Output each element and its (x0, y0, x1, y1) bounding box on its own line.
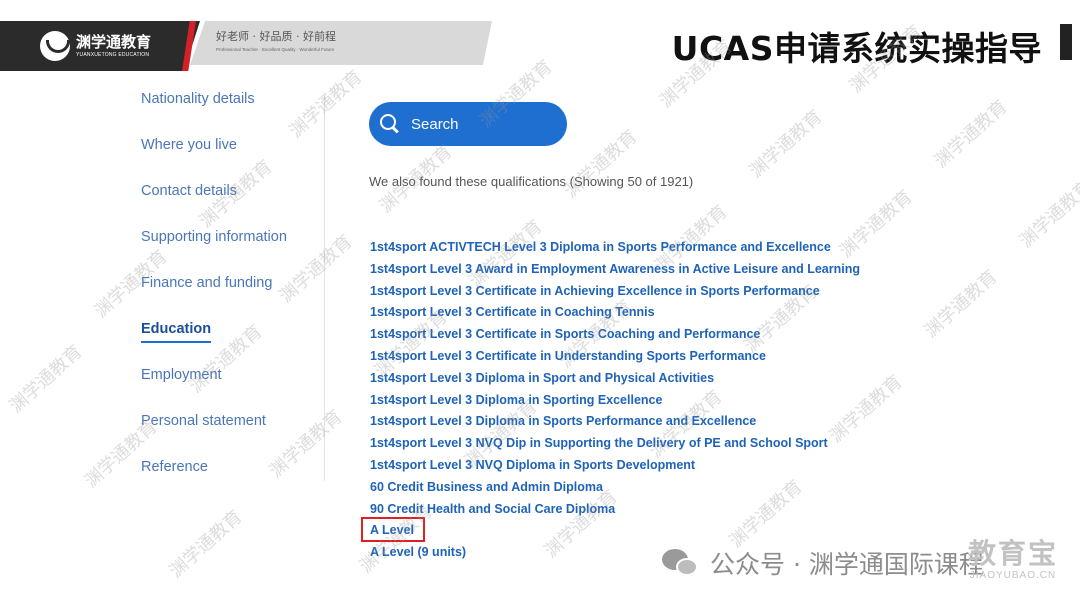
list-item: 1st4sport Level 3 Diploma in Sport and P… (370, 369, 860, 391)
wechat-icon (662, 547, 702, 579)
qualification-link[interactable]: 60 Credit Business and Admin Diploma (370, 480, 603, 494)
corner-watermark-logo: 教育宝 JIAOYUBAO.CN (967, 537, 1058, 581)
list-item: A Level (370, 521, 860, 543)
watermark-text: 渊学通教育 (930, 96, 1012, 173)
nav-item-supporting-information[interactable]: Supporting information (141, 224, 287, 270)
nav-item-reference[interactable]: Reference (141, 454, 287, 500)
page-title: UCAS申请系统实操指导 (671, 29, 1042, 68)
watermark-text: 渊学通教育 (745, 106, 827, 183)
qualification-link[interactable]: A Level (9 units) (370, 545, 466, 559)
nav-item-education[interactable]: Education (141, 316, 287, 362)
watermark-text: 渊学通教育 (285, 66, 367, 143)
list-item: 1st4sport Level 3 Award in Employment Aw… (370, 260, 860, 282)
search-button[interactable]: Search (369, 102, 567, 146)
watermark-text: 渊学通教育 (165, 506, 247, 583)
list-item: 60 Credit Business and Admin Diploma (370, 478, 860, 500)
list-item: 90 Credit Health and Social Care Diploma (370, 500, 860, 522)
qualification-link[interactable]: 1st4sport Level 3 Diploma in Sport and P… (370, 371, 714, 385)
list-item: 1st4sport Level 3 Certificate in Underst… (370, 347, 860, 369)
qualification-link[interactable]: 1st4sport Level 3 Certificate in Sports … (370, 327, 760, 341)
slogan: 好老师 · 好品质 · 好前程 Professional Teacher · E… (190, 21, 492, 65)
logo-text: 渊学通教育 (76, 32, 152, 51)
nav-item-employment[interactable]: Employment (141, 362, 287, 408)
qualification-link[interactable]: 1st4sport Level 3 Certificate in Underst… (370, 349, 766, 363)
wechat-footer: 公众号 · 渊学通国际课程 (662, 545, 984, 581)
section-nav: Nationality details Where you live Conta… (141, 86, 287, 500)
list-item: 1st4sport Level 3 NVQ Dip in Supporting … (370, 434, 860, 456)
qualification-link[interactable]: 1st4sport Level 3 NVQ Diploma in Sports … (370, 458, 695, 472)
logo: 渊学通教育 YUANXUETONG EDUCATION (0, 21, 200, 71)
nav-divider (324, 96, 325, 481)
list-item: 1st4sport Level 3 Certificate in Coachin… (370, 303, 860, 325)
watermark-text: 渊学通教育 (1015, 176, 1080, 253)
qualification-link[interactable]: 1st4sport Level 3 Diploma in Sporting Ex… (370, 393, 662, 407)
qualification-link[interactable]: 1st4sport Level 3 Diploma in Sports Perf… (370, 414, 756, 428)
list-item: 1st4sport Level 3 Diploma in Sports Perf… (370, 412, 860, 434)
list-item: 1st4sport ACTIVTECH Level 3 Diploma in S… (370, 238, 860, 260)
nav-item-contact-details[interactable]: Contact details (141, 178, 287, 224)
search-icon (379, 113, 401, 135)
qualification-results-list: 1st4sport ACTIVTECH Level 3 Diploma in S… (370, 238, 860, 565)
qualification-link[interactable]: 1st4sport Level 3 Certificate in Achievi… (370, 284, 820, 298)
nav-item-finance-and-funding[interactable]: Finance and funding (141, 270, 287, 316)
highlight-box (361, 517, 425, 542)
nav-item-personal-statement[interactable]: Personal statement (141, 408, 287, 454)
logo-subtext: YUANXUETONG EDUCATION (76, 51, 150, 58)
slogan-subtext: Professional Teacher · Excellent Quality… (216, 47, 335, 52)
qualification-link[interactable]: 1st4sport Level 3 NVQ Dip in Supporting … (370, 436, 828, 450)
watermark-text: 渊学通教育 (560, 126, 642, 203)
title-accent-bar (1060, 24, 1072, 60)
wechat-account-text: 公众号 · 渊学通国际课程 (710, 550, 984, 579)
list-item: 1st4sport Level 3 Certificate in Achievi… (370, 282, 860, 304)
slogan-text: 好老师 · 好品质 · 好前程 (216, 30, 336, 43)
watermark-text: 渊学通教育 (920, 266, 1002, 343)
nav-item-nationality-details[interactable]: Nationality details (141, 86, 287, 132)
list-item: 1st4sport Level 3 Certificate in Sports … (370, 325, 860, 347)
qualification-link[interactable]: 1st4sport Level 3 Award in Employment Aw… (370, 262, 860, 276)
qualification-link[interactable]: 1st4sport Level 3 Certificate in Coachin… (370, 305, 655, 319)
header-banner: 渊学通教育 YUANXUETONG EDUCATION 好老师 · 好品质 · … (0, 21, 500, 71)
list-item: 1st4sport Level 3 Diploma in Sporting Ex… (370, 391, 860, 413)
nav-item-where-you-live[interactable]: Where you live (141, 132, 287, 178)
logo-icon (40, 31, 70, 61)
watermark-text: 渊学通教育 (5, 341, 87, 418)
list-item: 1st4sport Level 3 NVQ Diploma in Sports … (370, 456, 860, 478)
search-button-label: Search (411, 115, 459, 133)
qualification-link[interactable]: 1st4sport ACTIVTECH Level 3 Diploma in S… (370, 240, 831, 254)
results-summary: We also found these qualifications (Show… (369, 174, 694, 189)
qualification-link[interactable]: 90 Credit Health and Social Care Diploma (370, 502, 615, 516)
